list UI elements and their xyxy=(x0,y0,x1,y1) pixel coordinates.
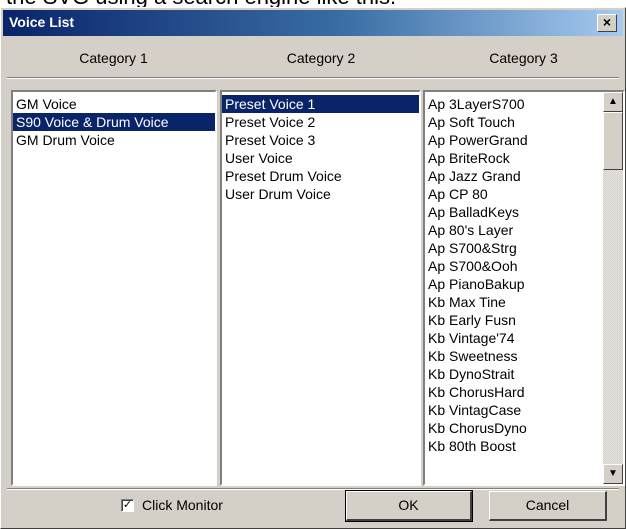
click-monitor-label: Click Monitor xyxy=(142,497,223,513)
list-item[interactable]: Ap BriteRock xyxy=(425,149,623,167)
click-monitor-option[interactable]: ✓ Click Monitor xyxy=(121,497,223,513)
list-item[interactable]: Kb ChorusHard xyxy=(425,383,623,401)
list-item[interactable]: GM Voice xyxy=(13,95,215,113)
category-2-header: Category 2 xyxy=(286,50,356,66)
list-item[interactable]: Preset Voice 2 xyxy=(222,113,419,131)
list-item[interactable]: Preset Drum Voice xyxy=(222,167,419,185)
list-item[interactable]: Kb Vintage'74 xyxy=(425,329,623,347)
category-3-list[interactable]: Ap 3LayerS700 Ap Soft Touch Ap PowerGrand A… xyxy=(423,90,625,486)
list-item[interactable]: Ap BalladKeys xyxy=(425,203,623,221)
list-item[interactable]: Kb ChorusDyno xyxy=(425,419,623,437)
list-item[interactable]: Ap PianoBakup xyxy=(425,275,623,293)
list-item[interactable]: Preset Voice 3 xyxy=(222,131,419,149)
list-item[interactable]: Kb DynoStrait xyxy=(425,365,623,383)
category-2-list[interactable]: Preset Voice 1 Preset Voice 2 Preset Voice… xyxy=(220,90,421,486)
close-icon: × xyxy=(602,14,612,30)
cancel-button[interactable]: Cancel xyxy=(489,491,607,521)
list-item[interactable]: Preset Voice 1 xyxy=(222,95,419,113)
list-item[interactable]: Ap S700&Ooh xyxy=(425,257,623,275)
voice-list-dialog: Voice List × Category 1 Category 2 Categ… xyxy=(0,7,626,529)
list-item[interactable]: GM Drum Voice xyxy=(13,131,215,149)
list-item[interactable]: Ap S700&Strg xyxy=(425,239,623,257)
list-item[interactable]: Ap CP 80 xyxy=(425,185,623,203)
list-item[interactable]: Kb VintagCase xyxy=(425,401,623,419)
close-button[interactable]: × xyxy=(597,14,617,32)
list-item[interactable]: Kb Early Fusn xyxy=(425,311,623,329)
checkmark-icon: ✓ xyxy=(122,498,133,511)
list-item[interactable]: Ap 80's Layer xyxy=(425,221,623,239)
list-item[interactable]: User Voice xyxy=(222,149,419,167)
click-monitor-checkbox[interactable]: ✓ xyxy=(121,498,134,512)
arrow-up-icon: ▲ xyxy=(608,96,618,107)
scroll-thumb[interactable] xyxy=(603,112,623,170)
list-item[interactable]: Ap Jazz Grand xyxy=(425,167,623,185)
category-3-header: Category 3 xyxy=(489,50,558,66)
list-item[interactable]: Kb 80th Boost xyxy=(425,437,623,455)
title-bar[interactable]: Voice List × xyxy=(3,10,623,36)
scroll-down-button[interactable]: ▼ xyxy=(603,464,623,484)
footer-divider xyxy=(7,488,619,490)
list-item[interactable]: Kb Max Tine xyxy=(425,293,623,311)
arrow-down-icon: ▼ xyxy=(608,468,618,479)
scroll-up-button[interactable]: ▲ xyxy=(603,92,623,112)
category-1-header: Category 1 xyxy=(79,50,148,66)
list-item[interactable]: Ap PowerGrand xyxy=(425,131,623,149)
window-title: Voice List xyxy=(9,14,75,30)
list-item[interactable]: Ap Soft Touch xyxy=(425,113,623,131)
header-divider xyxy=(7,77,619,79)
list-item[interactable]: Kb Sweetness xyxy=(425,347,623,365)
ok-button[interactable]: OK xyxy=(345,490,473,522)
list-item[interactable]: Ap 3LayerS700 xyxy=(425,95,623,113)
category-3-scrollbar[interactable]: ▲ ▼ xyxy=(603,92,623,484)
list-item[interactable]: S90 Voice & Drum Voice xyxy=(13,113,215,131)
list-item[interactable]: User Drum Voice xyxy=(222,185,419,203)
category-1-list[interactable]: GM Voice S90 Voice & Drum Voice GM Drum Vo… xyxy=(11,90,217,486)
